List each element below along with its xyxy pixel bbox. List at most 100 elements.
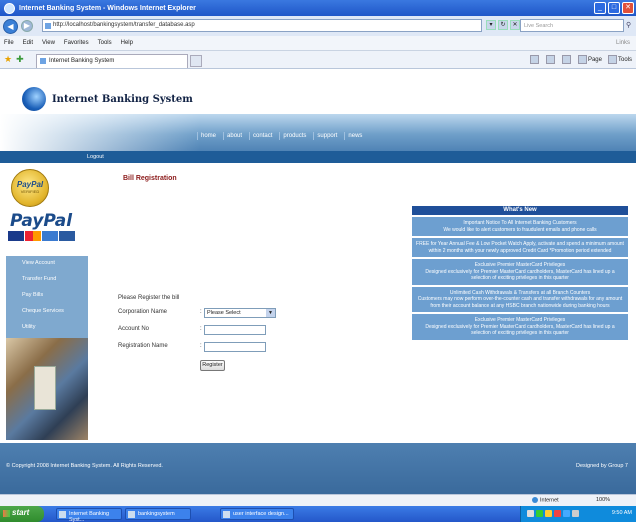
paypal-logo: PayPal xyxy=(10,211,73,231)
office-photo xyxy=(6,338,88,440)
photo-detail xyxy=(34,366,56,410)
task-label: user interface design... xyxy=(233,511,289,517)
chevron-down-icon[interactable]: ▼ xyxy=(266,309,275,317)
menu-help[interactable]: Help xyxy=(121,40,133,46)
nav-contact[interactable]: contact xyxy=(249,132,275,140)
menu-favorites[interactable]: Favorites xyxy=(64,40,89,46)
menu-file[interactable]: File xyxy=(4,40,14,46)
stop-icon[interactable]: ✕ xyxy=(510,20,520,30)
tray-icon[interactable] xyxy=(572,510,579,517)
taskbar: start Internet Banking Syst... bankingsy… xyxy=(0,506,636,522)
tools-menu[interactable]: Tools xyxy=(607,55,632,64)
back-button[interactable]: ◀ xyxy=(3,18,18,34)
page-menu-label: Page xyxy=(587,57,602,64)
url-text: http://localhost/bankingsystem/transfer_… xyxy=(53,22,195,28)
windows-flag-icon xyxy=(3,510,10,517)
task-bankingsystem[interactable]: bankingsystem xyxy=(125,508,191,520)
ie-task-icon xyxy=(59,511,66,518)
close-button[interactable]: ✕ xyxy=(622,2,634,14)
menu-bar: File Edit View Favorites Tools Help Link… xyxy=(0,36,636,51)
side-item-transfer-fund[interactable]: Transfer Fund xyxy=(6,272,88,288)
news-item[interactable]: Exclusive Premier MasterCard Privileges … xyxy=(412,259,628,285)
top-nav: home about contact products support news xyxy=(197,132,365,140)
page-menu[interactable]: Page xyxy=(577,55,602,64)
command-bar: Page Tools xyxy=(529,55,632,64)
tools-menu-label: Tools xyxy=(617,57,632,64)
site-name: Internet Banking System xyxy=(52,94,193,105)
tray-icon[interactable] xyxy=(563,510,570,517)
registration-name-input[interactable] xyxy=(204,342,266,352)
maximize-button[interactable]: □ xyxy=(608,2,620,14)
amex-icon xyxy=(42,231,58,241)
tab-internet-banking[interactable]: Internet Banking System xyxy=(36,54,188,68)
registration-row: Registration Name xyxy=(118,343,200,349)
dropdown-icon[interactable]: ▾ xyxy=(486,20,496,30)
menu-view[interactable]: View xyxy=(42,40,55,46)
new-tab-button[interactable] xyxy=(190,55,202,67)
menu-edit[interactable]: Edit xyxy=(23,40,33,46)
corporation-label: Corporation Name xyxy=(118,309,168,315)
search-icon[interactable]: ⚲ xyxy=(626,21,631,29)
favorites-star-icon[interactable]: ★ xyxy=(4,54,12,65)
page-title: Bill Registration xyxy=(123,175,177,182)
start-button[interactable]: start xyxy=(0,506,44,522)
site-logo-icon xyxy=(22,87,46,111)
search-input[interactable]: Live Search xyxy=(520,19,624,32)
print-icon[interactable] xyxy=(561,55,571,64)
side-item-utility[interactable]: Utility xyxy=(6,320,88,336)
nav-news[interactable]: news xyxy=(344,132,365,140)
nav-about[interactable]: about xyxy=(223,132,245,140)
address-controls: ▾ ↻ ✕ xyxy=(486,20,520,30)
news-item[interactable]: Important Notice To All Internet Banking… xyxy=(412,217,628,236)
badge-subtitle: VERIFIED xyxy=(20,189,40,194)
home-icon[interactable] xyxy=(529,55,539,64)
nav-home[interactable]: home xyxy=(197,132,219,140)
security-zone: Internet xyxy=(532,497,559,503)
minimize-button[interactable]: _ xyxy=(594,2,606,14)
colon: : xyxy=(200,343,202,349)
menu-tools[interactable]: Tools xyxy=(98,40,112,46)
visa-icon xyxy=(8,231,24,241)
tab-page-icon xyxy=(40,58,46,64)
window-controls: _ □ ✕ xyxy=(594,2,634,14)
tray-icon[interactable] xyxy=(545,510,552,517)
zoom-level[interactable]: 100% xyxy=(596,497,610,503)
tray-icons xyxy=(527,510,579,517)
side-item-view-account[interactable]: View Account xyxy=(6,256,88,272)
tray-icon[interactable] xyxy=(536,510,543,517)
add-favorite-icon[interactable]: ✚ xyxy=(16,54,24,65)
news-item[interactable]: FREE for Year Annual Fee & Low Pocket Wa… xyxy=(412,238,628,257)
logout-link[interactable]: Logout xyxy=(87,154,104,160)
task-word-doc[interactable]: user interface design... xyxy=(220,508,294,520)
account-row: Account No xyxy=(118,326,200,332)
task-label: Internet Banking Syst... xyxy=(69,511,110,522)
feeds-icon[interactable] xyxy=(545,55,555,64)
register-button[interactable]: Register xyxy=(200,360,225,371)
url-field[interactable]: http://localhost/bankingsystem/transfer_… xyxy=(42,19,482,32)
refresh-icon[interactable]: ↻ xyxy=(498,20,508,30)
forward-button[interactable]: ▶ xyxy=(21,20,33,32)
form-intro: Please Register the bill xyxy=(118,295,180,301)
news-item[interactable]: Exclusive Premier MasterCard Privileges … xyxy=(412,314,628,340)
tray-icon[interactable] xyxy=(527,510,534,517)
task-internet-banking[interactable]: Internet Banking Syst... xyxy=(56,508,122,522)
page-content: Internet Banking System home about conta… xyxy=(0,70,636,494)
side-item-pay-bills[interactable]: Pay Bills xyxy=(6,288,88,304)
account-no-input[interactable] xyxy=(204,325,266,335)
page-icon-cmd xyxy=(577,55,587,64)
news-body: Customers may now perform over-the-count… xyxy=(417,296,623,309)
news-item[interactable]: Unlimited Cash Withdrawals & Transfers a… xyxy=(412,286,628,312)
task-label: bankingsystem xyxy=(138,511,175,517)
tray-icon[interactable] xyxy=(554,510,561,517)
nav-products[interactable]: products xyxy=(279,132,309,140)
nav-support[interactable]: support xyxy=(313,132,340,140)
address-bar: ◀ ▶ http://localhost/bankingsystem/trans… xyxy=(0,16,636,36)
site-header: Internet Banking System home about conta… xyxy=(0,70,636,151)
links-label[interactable]: Links xyxy=(616,40,630,46)
corporation-select[interactable]: Please Select ▼ xyxy=(204,308,276,318)
header-fade xyxy=(0,114,200,151)
discover-icon xyxy=(59,231,75,241)
whats-new-panel: What's New Important Notice To All Inter… xyxy=(412,206,628,442)
side-item-cheque-services[interactable]: Cheque Services xyxy=(6,304,88,320)
window-title: Internet Banking System - Windows Intern… xyxy=(19,4,196,12)
